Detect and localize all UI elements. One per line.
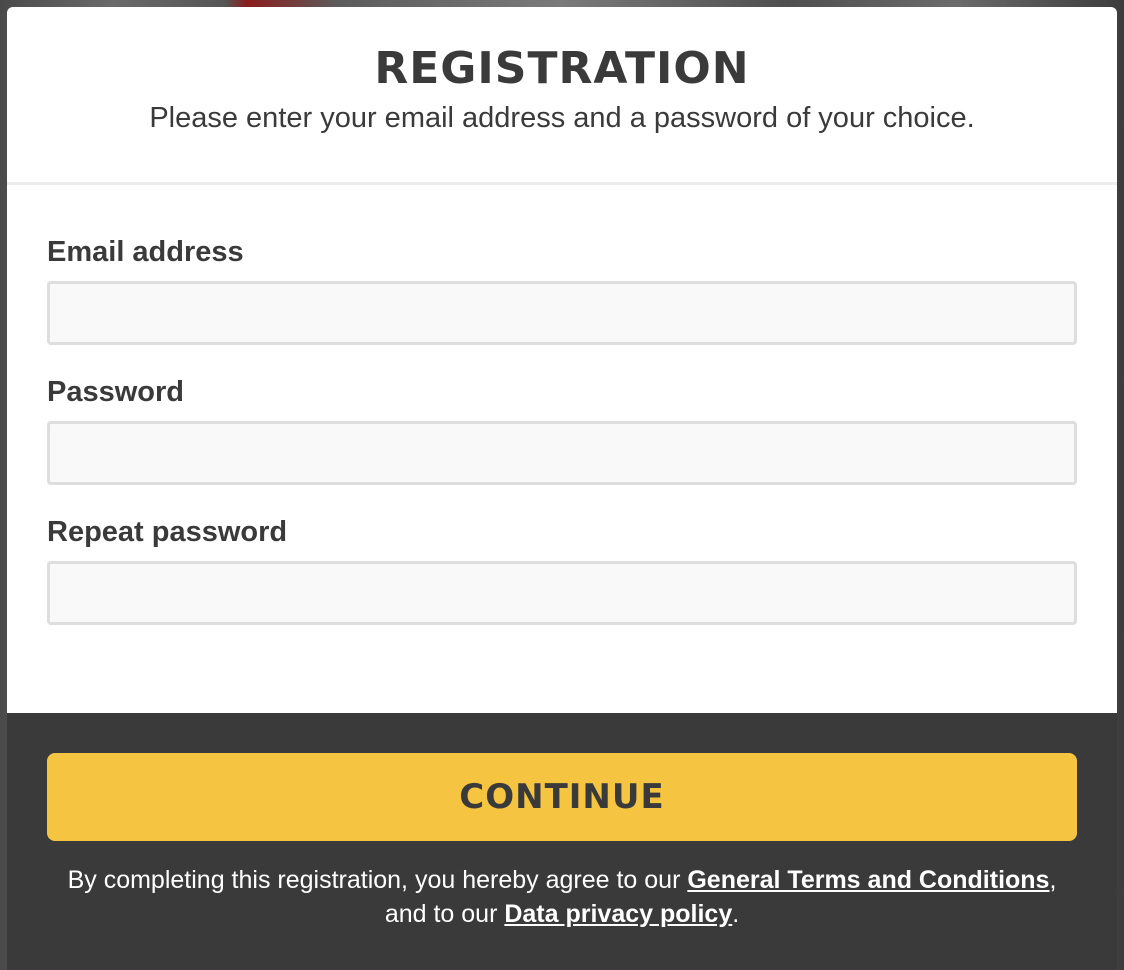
legal-suffix: .: [732, 900, 740, 928]
modal-footer: CONTINUE By completing this registration…: [7, 713, 1117, 970]
repeat-password-field[interactable]: [47, 561, 1077, 625]
email-field-group: Email address: [47, 235, 1077, 345]
email-field[interactable]: [47, 281, 1077, 345]
legal-notice: By completing this registration, you her…: [47, 863, 1077, 931]
email-label: Email address: [47, 236, 244, 268]
repeat-password-field-group: Repeat password: [47, 515, 1077, 625]
legal-comma: ,: [1049, 866, 1057, 894]
page-subtitle: Please enter your email address and a pa…: [149, 102, 975, 134]
registration-form: Email address Password Repeat password: [7, 185, 1117, 713]
continue-button[interactable]: CONTINUE: [47, 753, 1077, 841]
terms-link[interactable]: General Terms and Conditions: [687, 866, 1049, 894]
legal-middle: and to our: [384, 900, 505, 928]
password-label: Password: [47, 376, 184, 408]
repeat-password-label: Repeat password: [47, 516, 288, 548]
modal-header: REGISTRATION Please enter your email add…: [7, 7, 1117, 185]
privacy-link[interactable]: Data privacy policy: [504, 900, 732, 928]
page-title: REGISTRATION: [374, 43, 750, 94]
legal-prefix: By completing this registration, you her…: [67, 866, 688, 894]
password-field[interactable]: [47, 421, 1077, 485]
password-field-group: Password: [47, 375, 1077, 485]
registration-modal: REGISTRATION Please enter your email add…: [7, 7, 1117, 970]
